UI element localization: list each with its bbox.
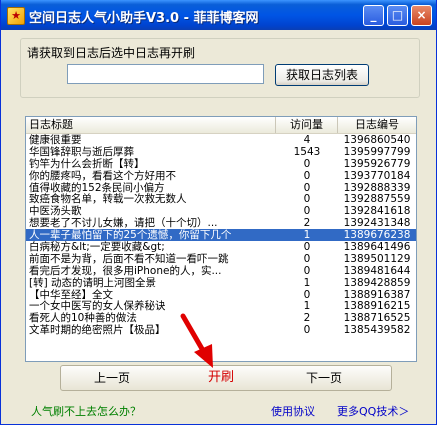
row-visits: 0	[303, 241, 311, 254]
row-title: 【中华至经】全文	[29, 288, 113, 301]
row-visits: 0	[303, 169, 311, 182]
row-visits: 1	[303, 229, 311, 242]
list-row[interactable]: 文革时期的绝密照片【极品】 0 1385439582	[26, 324, 416, 336]
row-title: 一个女中医写的女人保养秘诀	[29, 300, 166, 313]
row-title: 中医汤头歌	[29, 205, 82, 218]
row-id: 1389501129	[343, 252, 411, 265]
list-row[interactable]: 钓竿为什么会折断【转】 0 1395926779	[26, 158, 416, 170]
row-id: 1395997799	[343, 145, 411, 158]
row-title: 致癌食物名单，转载一次救无数人	[29, 193, 187, 206]
minimize-button[interactable]: _	[363, 5, 384, 26]
row-visits: 2	[303, 217, 311, 230]
row-id: 1389481644	[343, 264, 411, 277]
qq-input[interactable]	[67, 64, 264, 84]
fetch-list-button[interactable]: 获取日志列表	[275, 64, 369, 86]
list-row[interactable]: 白病秘方&lt;一定要收藏&gt; 0 1389641496	[26, 241, 416, 253]
list-row[interactable]: 值得收藏的152条民间小偏方 0 1392888339	[26, 182, 416, 194]
row-visits: 1	[303, 276, 311, 289]
row-visits: 4	[303, 134, 311, 146]
list-row[interactable]: 想要老了不讨儿女嫌，请把（十个切）... 2 1392431348	[26, 217, 416, 229]
row-id: 1396860540	[343, 134, 411, 146]
group-label: 请获取到日志后选中日志再开刷	[27, 46, 196, 60]
list-row[interactable]: 【中华至经】全文 0 1388916387	[26, 289, 416, 301]
row-title: 看完后才发现，很多用iPhone的人，实...	[29, 264, 222, 277]
row-visits: 1543	[293, 145, 321, 158]
row-visits: 0	[303, 193, 311, 206]
list-row[interactable]: 一个女中医写的女人保养秘诀 1 1388916215	[26, 300, 416, 312]
row-visits: 0	[303, 181, 311, 194]
pager-bar: 上一页 开刷 下一页	[60, 365, 392, 391]
header-title[interactable]: 日志标题	[26, 117, 276, 133]
row-visits: 2	[303, 312, 311, 325]
row-id: 1392431348	[343, 217, 411, 230]
list-row[interactable]: 人一辈子最怕留下的25个遗憾，你留下几个 1 1389676238	[26, 229, 416, 241]
list-row[interactable]: 看死人的10种善的做法 2 1388716525	[26, 312, 416, 324]
list-row[interactable]: 华国锋辞职与逝后厚葬 1543 1395997799	[26, 146, 416, 158]
row-title: 看死人的10种善的做法	[29, 312, 137, 325]
more-tech-link[interactable]: 更多QQ技术＞	[337, 403, 409, 419]
list-header: 日志标题 访问量 日志编号	[26, 117, 416, 134]
row-id: 1392887559	[343, 193, 411, 206]
row-id: 1392888339	[343, 181, 411, 194]
blog-list[interactable]: 日志标题 访问量 日志编号 健康很重要 4 1396860540 华国锋辞职与逝后厚葬…	[25, 116, 417, 362]
row-title: 华国锋辞职与逝后厚葬	[29, 145, 134, 158]
row-visits: 0	[303, 205, 311, 218]
maximize-button[interactable]: □	[387, 5, 408, 26]
list-row[interactable]: 致癌食物名单，转载一次救无数人 0 1392887559	[26, 193, 416, 205]
header-visits[interactable]: 访问量	[276, 117, 338, 133]
row-id: 1393770184	[343, 169, 411, 182]
row-id: 1392841618	[343, 205, 411, 218]
start-refresh-button[interactable]: 开刷	[191, 366, 251, 390]
close-button[interactable]: ×	[411, 5, 432, 26]
row-id: 1388716525	[343, 312, 411, 325]
row-title: 文革时期的绝密照片【极品】	[29, 324, 166, 337]
row-title: 值得收藏的152条民间小偏方	[29, 181, 165, 194]
row-title: 你的腰疼吗，看看这个方好用不	[29, 169, 176, 182]
row-id: 1389428859	[343, 276, 411, 289]
app-icon: ★	[7, 7, 25, 25]
list-rows: 健康很重要 4 1396860540 华国锋辞职与逝后厚葬 1543 1395997799…	[26, 134, 416, 336]
prev-page-button[interactable]: 上一页	[77, 366, 147, 390]
row-id: 1385439582	[343, 324, 411, 337]
row-visits: 0	[303, 288, 311, 301]
header-id[interactable]: 日志编号	[338, 117, 416, 133]
row-visits: 0	[303, 324, 311, 337]
row-title: 想要老了不讨儿女嫌，请把（十个切）...	[29, 217, 218, 230]
row-title: 健康很重要	[29, 134, 82, 146]
window-title: 空间日志人气小助手V3.0 - 菲菲博客网	[29, 11, 259, 26]
list-row[interactable]: [转] 动态的请明上河图全景 1 1389428859	[26, 277, 416, 289]
list-row[interactable]: 你的腰疼吗，看看这个方好用不 0 1393770184	[26, 170, 416, 182]
row-id: 1395926779	[343, 157, 411, 170]
row-visits: 0	[303, 157, 311, 170]
next-page-button[interactable]: 下一页	[289, 366, 359, 390]
row-id: 1388916387	[343, 288, 411, 301]
row-title: 人一辈子最怕留下的25个遗憾，你留下几个	[29, 229, 232, 242]
list-row[interactable]: 前面不是为背，后面不看不知道一看吓一跳 0 1389501129	[26, 253, 416, 265]
row-title: 白病秘方&lt;一定要收藏&gt;	[29, 241, 165, 254]
list-row[interactable]: 看完后才发现，很多用iPhone的人，实... 0 1389481644	[26, 265, 416, 277]
row-id: 1389676238	[343, 229, 411, 242]
row-title: [转] 动态的请明上河图全景	[29, 276, 157, 289]
app-window: ★ 空间日志人气小助手V3.0 - 菲菲博客网 _ □ × 请获取到日志后选中日…	[0, 0, 437, 425]
row-title: 前面不是为背，后面不看不知道一看吓一跳	[29, 252, 229, 265]
help-link[interactable]: 人气刷不上去怎么办？	[31, 403, 141, 419]
row-id: 1389641496	[343, 241, 411, 254]
list-row[interactable]: 中医汤头歌 0 1392841618	[26, 205, 416, 217]
row-visits: 0	[303, 264, 311, 277]
title-bar[interactable]: ★ 空间日志人气小助手V3.0 - 菲菲博客网 _ □ ×	[1, 0, 436, 30]
row-title: 钓竿为什么会折断【转】	[29, 157, 145, 170]
row-visits: 1	[303, 300, 311, 313]
row-visits: 0	[303, 252, 311, 265]
terms-link[interactable]: 使用协议	[271, 403, 315, 419]
list-row[interactable]: 健康很重要 4 1396860540	[26, 134, 416, 146]
row-id: 1388916215	[343, 300, 411, 313]
